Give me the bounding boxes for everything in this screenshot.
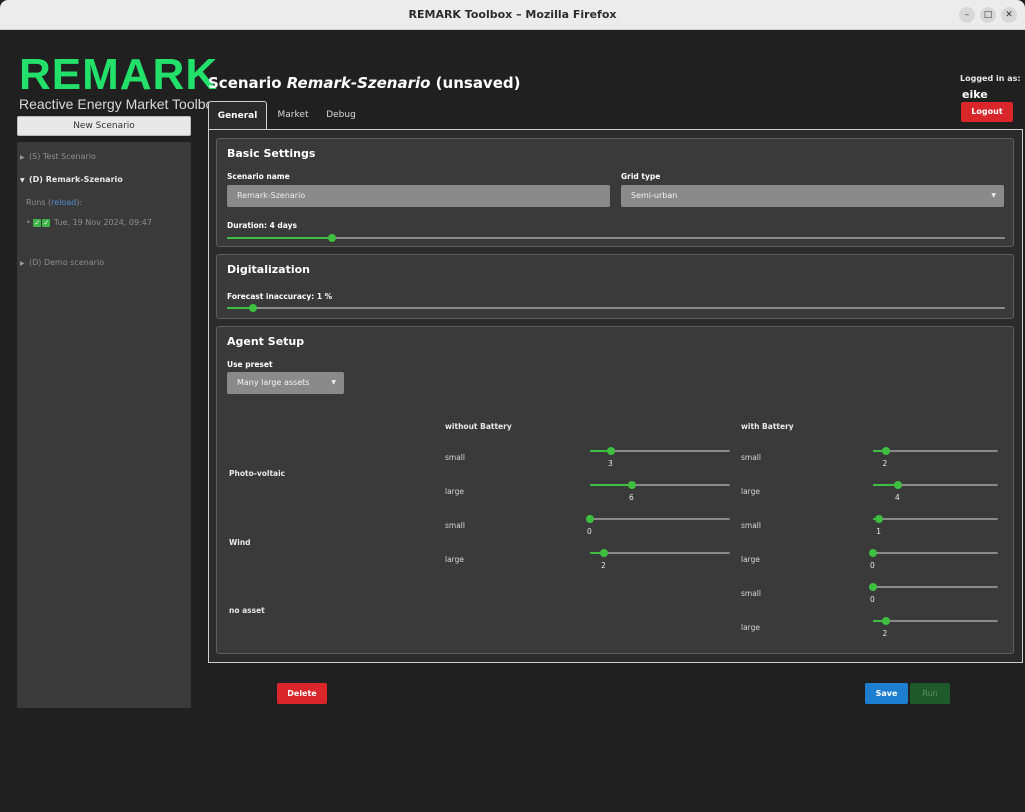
tab-content-general: Basic Settings Scenario name Remark-Szen…	[208, 129, 1023, 663]
pv-small-with-battery-slider[interactable]: 2	[873, 445, 998, 468]
forecast-inaccuracy-slider[interactable]	[227, 302, 1005, 314]
size-label: small	[741, 521, 761, 530]
save-button[interactable]: Save	[865, 683, 908, 704]
forecast-inaccuracy-label: Forecast inaccuracy: 1 %	[227, 292, 333, 301]
run-timestamp: Tue, 19 Nov 2024, 09:47	[53, 218, 152, 227]
new-scenario-button[interactable]: New Scenario	[17, 116, 191, 136]
size-label: small	[445, 521, 465, 530]
close-icon[interactable]: ✕	[1001, 7, 1017, 23]
agent-setup-card: Agent Setup Use preset Many large assets…	[216, 326, 1014, 654]
slider-thumb[interactable]	[248, 304, 257, 312]
row-label-no-asset: no asset	[229, 606, 265, 615]
check-icon: ✓	[33, 219, 42, 227]
chevron-down-icon: ▼	[991, 192, 996, 199]
size-label: small	[741, 589, 761, 598]
basic-settings-heading: Basic Settings	[227, 147, 316, 160]
tree-item-test-scenario[interactable]: ▶ (S) Test Scenario	[20, 152, 96, 161]
user-name: eike	[962, 88, 988, 101]
caret-right-icon: ▶	[20, 154, 25, 161]
grid-type-label: Grid type	[621, 172, 661, 181]
row-label-wind: Wind	[229, 538, 251, 547]
preset-select[interactable]: Many large assets ▼	[227, 372, 344, 394]
logout-button[interactable]: Logout	[961, 102, 1013, 122]
maximize-icon[interactable]: □	[980, 7, 996, 23]
check-icon: ✓	[42, 219, 51, 227]
wind-small-without-battery-slider[interactable]: 0	[586, 513, 730, 536]
chevron-down-icon: ▼	[331, 379, 336, 386]
column-header-without-battery: without Battery	[445, 422, 512, 431]
slider-thumb[interactable]	[328, 234, 337, 242]
caret-down-icon: ▼	[20, 177, 25, 184]
run-entry[interactable]: • ✓ ✓ Tue, 19 Nov 2024, 09:47	[26, 218, 152, 227]
row-label-photovoltaic: Photo-voltaic	[229, 469, 286, 478]
scenario-name-input[interactable]: Remark-Szenario	[227, 185, 610, 207]
wind-large-with-battery-slider[interactable]: 0	[869, 547, 998, 570]
logged-in-label: Logged in as:	[960, 74, 1021, 83]
tab-general[interactable]: General	[208, 101, 267, 130]
agent-setup-heading: Agent Setup	[227, 335, 305, 348]
digitalization-card: Digitalization Forecast inaccuracy: 1 %	[216, 254, 1014, 319]
page-title: Scenario Remark-Szenario (unsaved)	[208, 74, 521, 92]
duration-label: Duration: 4 days	[227, 221, 297, 230]
wind-small-with-battery-slider[interactable]: 1	[873, 513, 998, 536]
pv-large-without-battery-slider[interactable]: 6	[590, 479, 730, 502]
tree-item-remark-szenario[interactable]: ▼ (D) Remark-Szenario	[20, 175, 123, 184]
use-preset-label: Use preset	[227, 360, 273, 369]
pv-large-with-battery-slider[interactable]: 4	[873, 479, 998, 502]
pv-small-without-battery-slider[interactable]: 3	[590, 445, 730, 468]
logo-subtitle: Reactive Energy Market Toolbox	[19, 96, 221, 112]
window-title: REMARK Toolbox – Mozilla Firefox	[408, 8, 617, 21]
size-label: large	[741, 487, 761, 496]
grid-type-select[interactable]: Semi-urban ▼	[621, 185, 1004, 207]
runs-label: Runs (reload):	[26, 198, 83, 207]
tab-market[interactable]: Market	[271, 101, 315, 130]
wind-large-without-battery-slider[interactable]: 2	[590, 547, 730, 570]
no-asset-large-with-battery-slider[interactable]: 2	[873, 615, 998, 638]
size-label: large	[741, 623, 761, 632]
size-label: small	[741, 453, 761, 462]
no-asset-small-with-battery-slider[interactable]: 0	[869, 581, 998, 604]
tree-item-demo-scenario[interactable]: ▶ (D) Demo scenario	[20, 258, 104, 267]
size-label: large	[741, 555, 761, 564]
run-button[interactable]: Run	[910, 683, 950, 704]
tab-debug[interactable]: Debug	[321, 101, 361, 130]
scenario-tree: ▶ (S) Test Scenario ▼ (D) Remark-Szenario …	[17, 142, 191, 708]
size-label: large	[445, 555, 465, 564]
scenario-name-label: Scenario name	[227, 172, 290, 181]
caret-right-icon: ▶	[20, 260, 25, 267]
size-label: small	[445, 453, 465, 462]
minimize-icon[interactable]: –	[959, 7, 975, 23]
basic-settings-card: Basic Settings Scenario name Remark-Szen…	[216, 138, 1014, 247]
column-header-with-battery: with Battery	[741, 422, 794, 431]
bullet-icon: •	[26, 218, 31, 227]
scenario-name-title: Remark-Szenario	[286, 74, 431, 92]
digitalization-heading: Digitalization	[227, 263, 311, 276]
size-label: large	[445, 487, 465, 496]
duration-slider[interactable]	[227, 232, 1005, 244]
logo: REMARK	[19, 50, 219, 99]
app: REMARK Reactive Energy Market Toolbox Ne…	[0, 30, 1025, 812]
reload-link[interactable]: reload	[51, 198, 76, 207]
delete-button[interactable]: Delete	[277, 683, 327, 704]
window-titlebar: REMARK Toolbox – Mozilla Firefox – □ ✕	[0, 0, 1025, 30]
